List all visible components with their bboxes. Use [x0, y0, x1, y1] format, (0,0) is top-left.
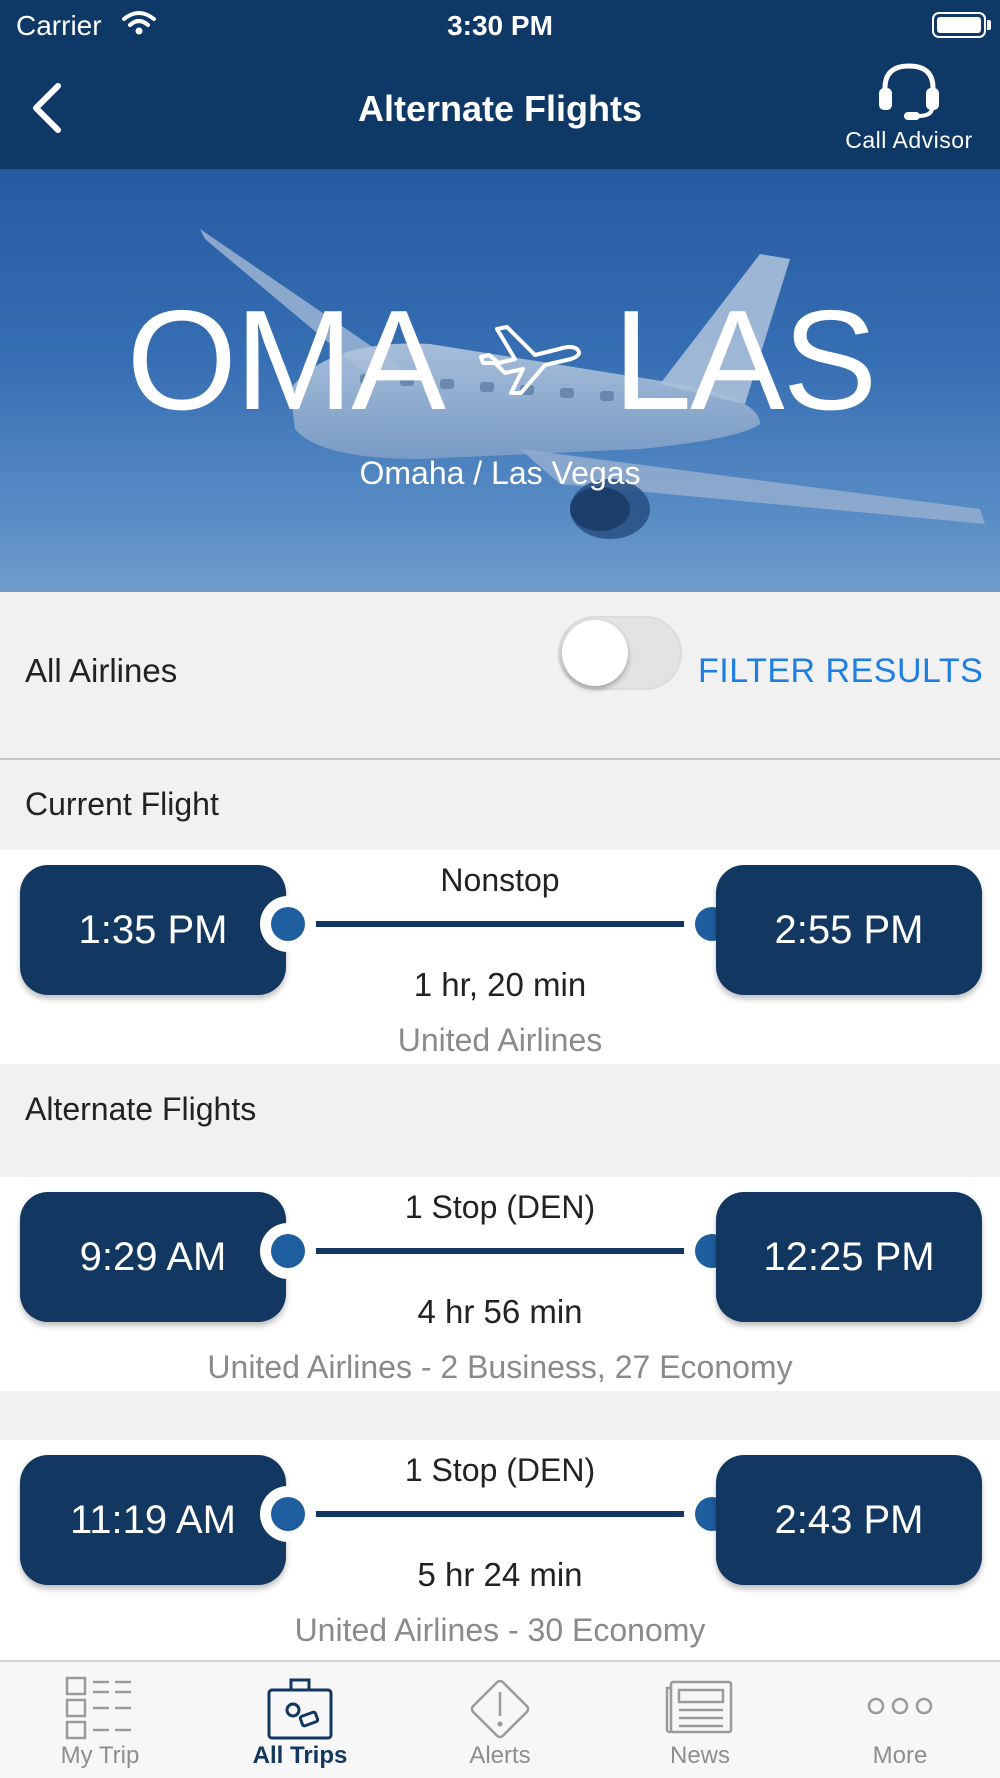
origin-code: OMA	[126, 281, 446, 440]
trip-list-icon	[65, 1676, 131, 1740]
all-airlines-label: All Airlines	[25, 652, 178, 689]
airline-info: United Airlines - 2 Business, 27 Economy	[207, 1349, 793, 1385]
tab-label: All Trips	[252, 1742, 348, 1769]
status-time: 3:30 PM	[447, 10, 553, 41]
filter-row: All Airlines FILTER RESULTS	[0, 592, 1000, 760]
airline-info: United Airlines	[397, 1022, 603, 1058]
current-flight-card[interactable]: 1:35 PM Nonstop 2:55 PM 1 hr, 20 min Uni…	[0, 850, 1000, 1064]
filter-results-button[interactable]: FILTER RESULTS	[698, 652, 983, 691]
route-codes: OMA LAS	[0, 279, 1000, 440]
route-hero: OMA LAS Omaha / Las Vegas	[0, 169, 1000, 592]
headset-icon	[879, 63, 939, 120]
battery-icon	[932, 12, 986, 38]
all-airlines-toggle[interactable]	[558, 616, 682, 690]
tab-label: More	[872, 1742, 928, 1769]
route-line	[288, 1511, 712, 1517]
tab-label: Alerts	[469, 1742, 531, 1769]
suitcase-icon	[267, 1678, 333, 1740]
airline-info: United Airlines - 30 Economy	[294, 1612, 706, 1648]
tab-bar: My Trip All Trips Alerts News More	[0, 1660, 1000, 1778]
tab-all-trips[interactable]: All Trips	[200, 1662, 400, 1778]
tab-news[interactable]: News	[600, 1662, 800, 1778]
alternate-flight-card[interactable]: 11:19 AM 1 Stop (DEN) 2:43 PM 5 hr 24 mi…	[0, 1440, 1000, 1660]
navigation-bar: Carrier 3:30 PM Alternate Flights Call A…	[0, 0, 1000, 169]
destination-code: LAS	[613, 281, 877, 440]
toggle-knob	[562, 620, 628, 686]
departure-dot	[260, 1223, 316, 1279]
flight-duration: 4 hr 56 min	[417, 1293, 583, 1330]
alert-icon	[470, 1679, 530, 1739]
airplane-icon	[475, 319, 585, 404]
departure-dot	[260, 1486, 316, 1542]
call-advisor-button[interactable]: Call Advisor	[838, 60, 980, 154]
alternate-flights-header: Alternate Flights	[25, 1091, 257, 1127]
alternate-flight-card[interactable]: 9:29 AM 1 Stop (DEN) 12:25 PM 4 hr 56 mi…	[0, 1177, 1000, 1391]
tab-more[interactable]: More	[800, 1662, 1000, 1778]
more-icon	[867, 1697, 933, 1715]
departure-dot	[260, 896, 316, 952]
tab-label: News	[669, 1742, 730, 1769]
route-line	[288, 921, 712, 927]
route-cities: Omaha / Las Vegas	[359, 455, 641, 491]
route-line	[288, 1248, 712, 1254]
call-advisor-label: Call Advisor	[845, 127, 973, 153]
tab-label: My Trip	[60, 1742, 140, 1769]
battery-tip	[987, 20, 991, 30]
flight-duration: 1 hr, 20 min	[413, 966, 587, 1003]
flight-duration: 5 hr 24 min	[417, 1556, 583, 1593]
tab-alerts[interactable]: Alerts	[400, 1662, 600, 1778]
current-flight-header: Current Flight	[25, 786, 219, 822]
status-bar: Carrier 3:30 PM	[0, 0, 1000, 52]
tab-my-trip[interactable]: My Trip	[0, 1662, 200, 1778]
newspaper-icon	[665, 1680, 733, 1734]
